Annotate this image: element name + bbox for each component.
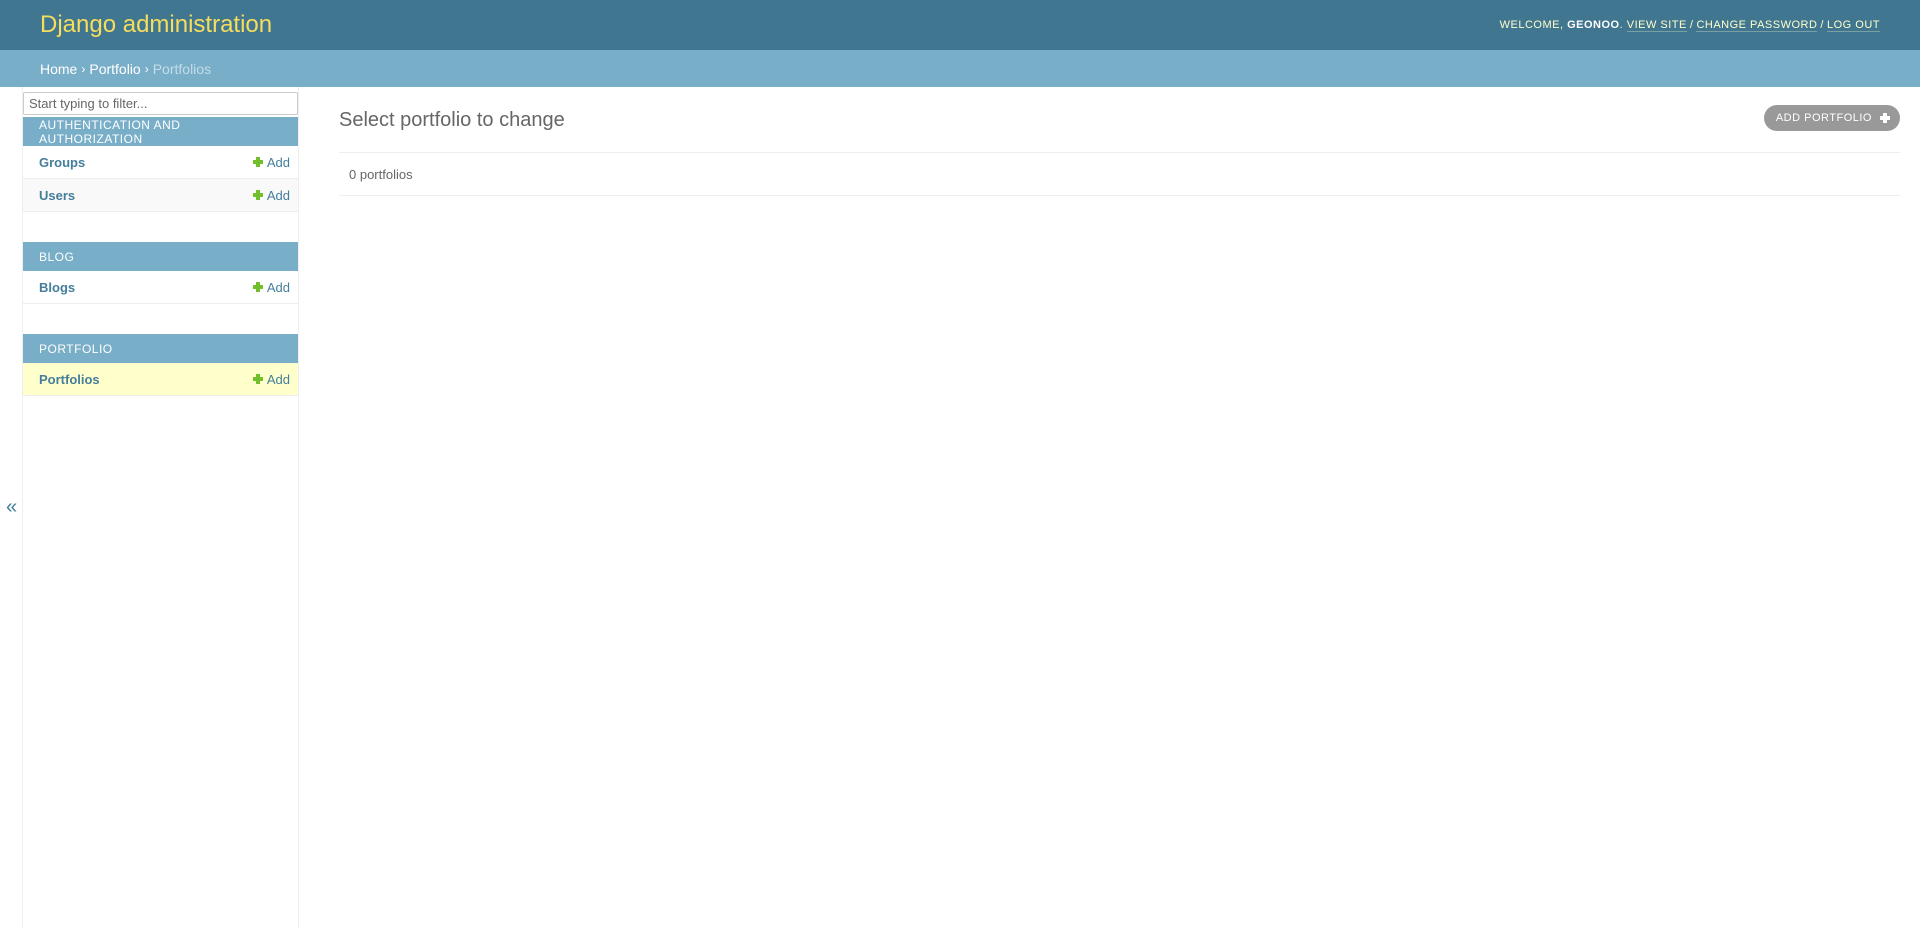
paginator: 0 portfolios <box>349 166 413 182</box>
model-link-portfolios[interactable]: Portfolios <box>39 372 100 387</box>
sidebar-item-groups: Groups Add <box>23 146 298 179</box>
nav-sidebar: Authentication and Authorization Groups … <box>22 87 299 928</box>
plus-icon <box>252 157 263 167</box>
model-link-groups[interactable]: Groups <box>39 155 85 170</box>
add-label: Add <box>266 279 290 295</box>
module-portfolio: Portfolio Portfolios Add <box>23 334 298 396</box>
add-label: Add <box>266 187 290 203</box>
add-label: Add <box>266 154 290 170</box>
content: Select portfolio to change Add portfolio… <box>339 87 1900 196</box>
breadcrumb-separator: › <box>81 61 86 76</box>
sidebar-item-users: Users Add <box>23 179 298 212</box>
breadcrumb-app[interactable]: Portfolio <box>89 61 140 77</box>
change-password-link[interactable]: Change password <box>1696 19 1818 32</box>
plus-icon <box>1880 113 1890 123</box>
plus-icon <box>252 190 263 200</box>
module-blog: Blog Blogs Add <box>23 242 298 304</box>
module-caption-blog[interactable]: Blog <box>23 242 298 271</box>
add-label: Add <box>266 371 290 387</box>
add-portfolios-link[interactable]: Add <box>252 371 290 387</box>
model-link-users[interactable]: Users <box>39 188 75 203</box>
page-title: Select portfolio to change <box>339 109 565 131</box>
add-portfolio-button[interactable]: Add portfolio <box>1763 105 1900 131</box>
model-link-blogs[interactable]: Blogs <box>39 280 75 295</box>
module-auth: Authentication and Authorization Groups … <box>23 117 298 212</box>
sidebar-item-blogs: Blogs Add <box>23 271 298 304</box>
username: GEONOO <box>1567 19 1620 31</box>
module-caption-portfolio[interactable]: Portfolio <box>23 334 298 363</box>
changelist: 0 portfolios <box>339 152 1900 196</box>
plus-icon <box>252 282 263 292</box>
view-site-link[interactable]: View site <box>1626 19 1687 32</box>
sidebar-item-portfolios: Portfolios Add <box>23 363 298 396</box>
welcome-text: Welcome, <box>1499 19 1564 31</box>
add-portfolio-label: Add portfolio <box>1775 112 1872 124</box>
add-users-link[interactable]: Add <box>252 187 290 203</box>
object-tools: Add portfolio <box>1763 105 1900 131</box>
toggle-sidebar-button[interactable]: « <box>0 87 23 928</box>
user-tools: Welcome, GEONOO. View site / Change passwo… <box>1499 19 1880 32</box>
plus-icon <box>252 374 263 384</box>
add-blogs-link[interactable]: Add <box>252 279 290 295</box>
breadcrumb-home[interactable]: Home <box>40 61 77 77</box>
main: « Authentication and Authorization Group… <box>0 87 1920 928</box>
site-name[interactable]: Django administration <box>40 11 272 39</box>
breadcrumb: Home › Portfolio › Portfolios <box>0 50 1920 87</box>
nav-filter-input[interactable] <box>23 92 298 115</box>
header: Django administration Welcome, GEONOO. V… <box>0 0 1920 50</box>
log-out-link[interactable]: Log out <box>1826 19 1880 32</box>
module-caption-auth[interactable]: Authentication and Authorization <box>23 117 298 146</box>
breadcrumb-separator: › <box>144 61 149 76</box>
content-header: Select portfolio to change Add portfolio <box>339 105 1900 133</box>
breadcrumb-current: Portfolios <box>152 60 212 77</box>
add-groups-link[interactable]: Add <box>252 154 290 170</box>
